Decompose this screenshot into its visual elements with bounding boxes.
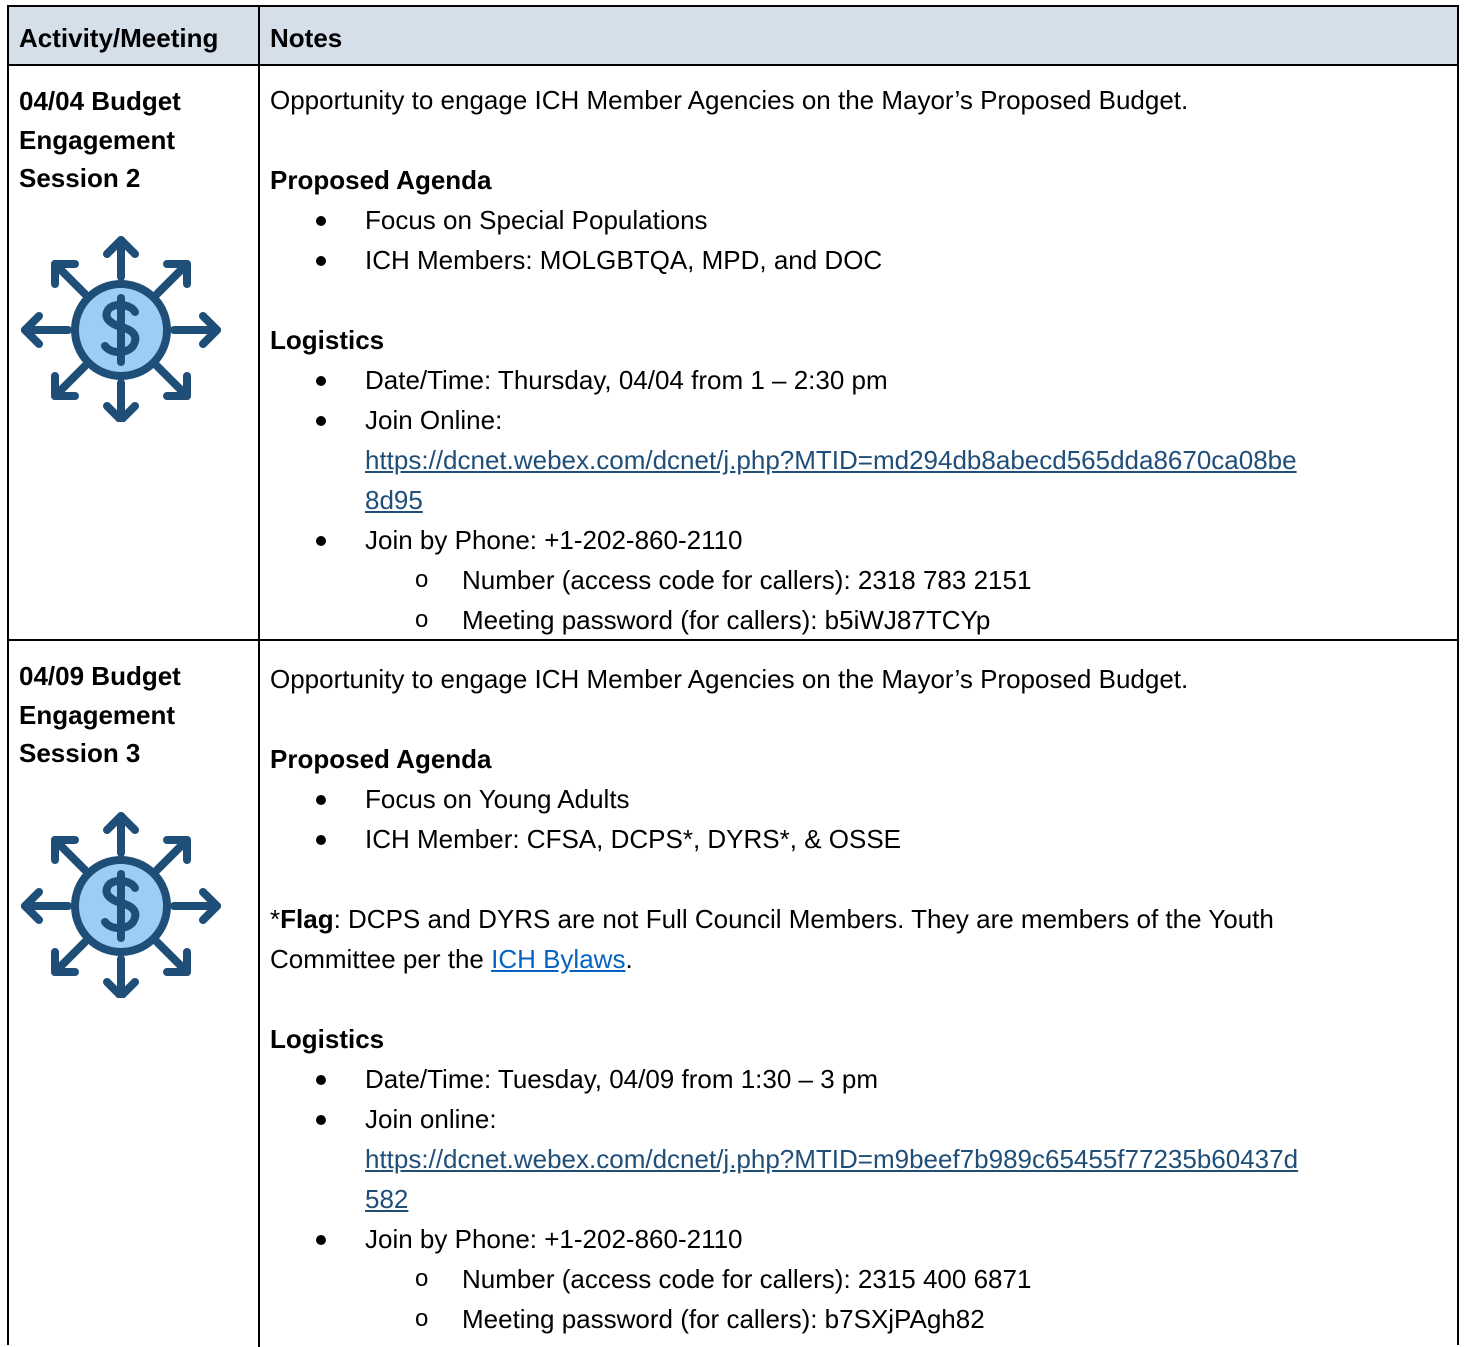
activity-title: 04/09 Budget Engagement Session 3 — [19, 657, 249, 773]
access-code-item: o Number (access code for callers): 2318… — [270, 560, 1450, 600]
meeting-link-line[interactable]: 8d95 — [365, 485, 423, 515]
money-distribution-icon — [21, 236, 221, 422]
join-online-item: Join Online: — [270, 400, 1450, 440]
activity-title-line: 04/09 Budget — [19, 661, 181, 691]
row-divider — [9, 639, 1457, 641]
phone-item: Join by Phone: +1-202-860-2110 — [270, 520, 1450, 560]
meeting-link-line[interactable]: https://dcnet.webex.com/dcnet/j.php?MTID… — [365, 1144, 1298, 1174]
meeting-link-line[interactable]: 582 — [365, 1184, 408, 1214]
agenda-item: Focus on Special Populations — [270, 200, 1450, 240]
intro-text: Opportunity to engage ICH Member Agencie… — [270, 85, 1189, 115]
flag-end: . — [625, 944, 633, 974]
header-activity-meeting: Activity/Meeting — [19, 23, 219, 53]
intro-text: Opportunity to engage ICH Member Agencie… — [270, 664, 1189, 694]
access-code-text: Number (access code for callers): 2318 7… — [462, 565, 1032, 595]
join-online-item: Join online: — [270, 1099, 1450, 1139]
datetime-item: Date/Time: Thursday, 04/04 from 1 – 2:30… — [270, 360, 1450, 400]
flag-star: * — [270, 904, 281, 934]
sub-bullet-marker: o — [415, 1305, 429, 1332]
password-item: o Meeting password (for callers): b5iWJ8… — [270, 600, 1450, 640]
meeting-link[interactable]: https://dcnet.webex.com/dcnet/j.php?MTID… — [270, 440, 1450, 480]
sub-bullet-marker: o — [415, 1265, 429, 1292]
activity-title: 04/04 Budget Engagement Session 2 — [19, 82, 249, 198]
meeting-link[interactable]: https://dcnet.webex.com/dcnet/j.php?MTID… — [270, 1139, 1450, 1179]
flag-note-continued: Committee per the ICH Bylaws. — [270, 939, 1450, 979]
table-header-row: Activity/Meeting Notes — [9, 7, 1457, 66]
meeting-link[interactable]: 8d95 — [270, 480, 1450, 520]
activity-title-line: Session 3 — [19, 738, 141, 768]
activity-title-line: 04/04 Budget — [19, 86, 181, 116]
notes-cell: Opportunity to engage ICH Member Agencie… — [270, 80, 1450, 640]
money-distribution-icon — [21, 812, 221, 998]
agenda-heading: Proposed Agenda — [270, 744, 492, 774]
phone-item: Join by Phone: +1-202-860-2110 — [270, 1219, 1450, 1259]
notes-cell: Opportunity to engage ICH Member Agencie… — [270, 659, 1450, 1339]
datetime-item: Date/Time: Tuesday, 04/09 from 1:30 – 3 … — [270, 1059, 1450, 1099]
column-divider — [258, 7, 260, 1347]
logistics-heading: Logistics — [270, 325, 385, 355]
meeting-link-line[interactable]: https://dcnet.webex.com/dcnet/j.php?MTID… — [365, 445, 1297, 475]
header-notes: Notes — [270, 23, 343, 53]
agenda-table: Activity/Meeting Notes 04/04 Budget Enga… — [7, 5, 1459, 1347]
access-code-text: Number (access code for callers): 2315 4… — [462, 1264, 1032, 1294]
meeting-link[interactable]: 582 — [270, 1179, 1450, 1219]
sub-bullet-marker: o — [415, 566, 429, 593]
logistics-heading: Logistics — [270, 1024, 385, 1054]
flag-note: *Flag: DCPS and DYRS are not Full Counci… — [270, 899, 1450, 939]
agenda-heading: Proposed Agenda — [270, 165, 492, 195]
password-text: Meeting password (for callers): b7SXjPAg… — [462, 1304, 985, 1334]
flag-text: : DCPS and DYRS are not Full Council Mem… — [333, 904, 1274, 934]
agenda-item: ICH Members: MOLGBTQA, MPD, and DOC — [270, 240, 1450, 280]
ich-bylaws-link[interactable]: ICH Bylaws — [491, 944, 625, 974]
flag-word: Flag — [280, 904, 334, 934]
activity-title-line: Engagement — [19, 124, 176, 155]
flag-text: Committee per the — [270, 944, 492, 974]
password-text: Meeting password (for callers): b5iWJ87T… — [462, 605, 991, 635]
sub-bullet-marker: o — [415, 606, 429, 633]
agenda-item: Focus on Young Adults — [270, 779, 1450, 819]
activity-title-line: Session 2 — [19, 163, 141, 193]
activity-title-line: Engagement — [19, 699, 176, 730]
access-code-item: o Number (access code for callers): 2315… — [270, 1259, 1450, 1299]
password-item: o Meeting password (for callers): b7SXjP… — [270, 1299, 1450, 1339]
agenda-item: ICH Member: CFSA, DCPS*, DYRS*, & OSSE — [270, 819, 1450, 859]
